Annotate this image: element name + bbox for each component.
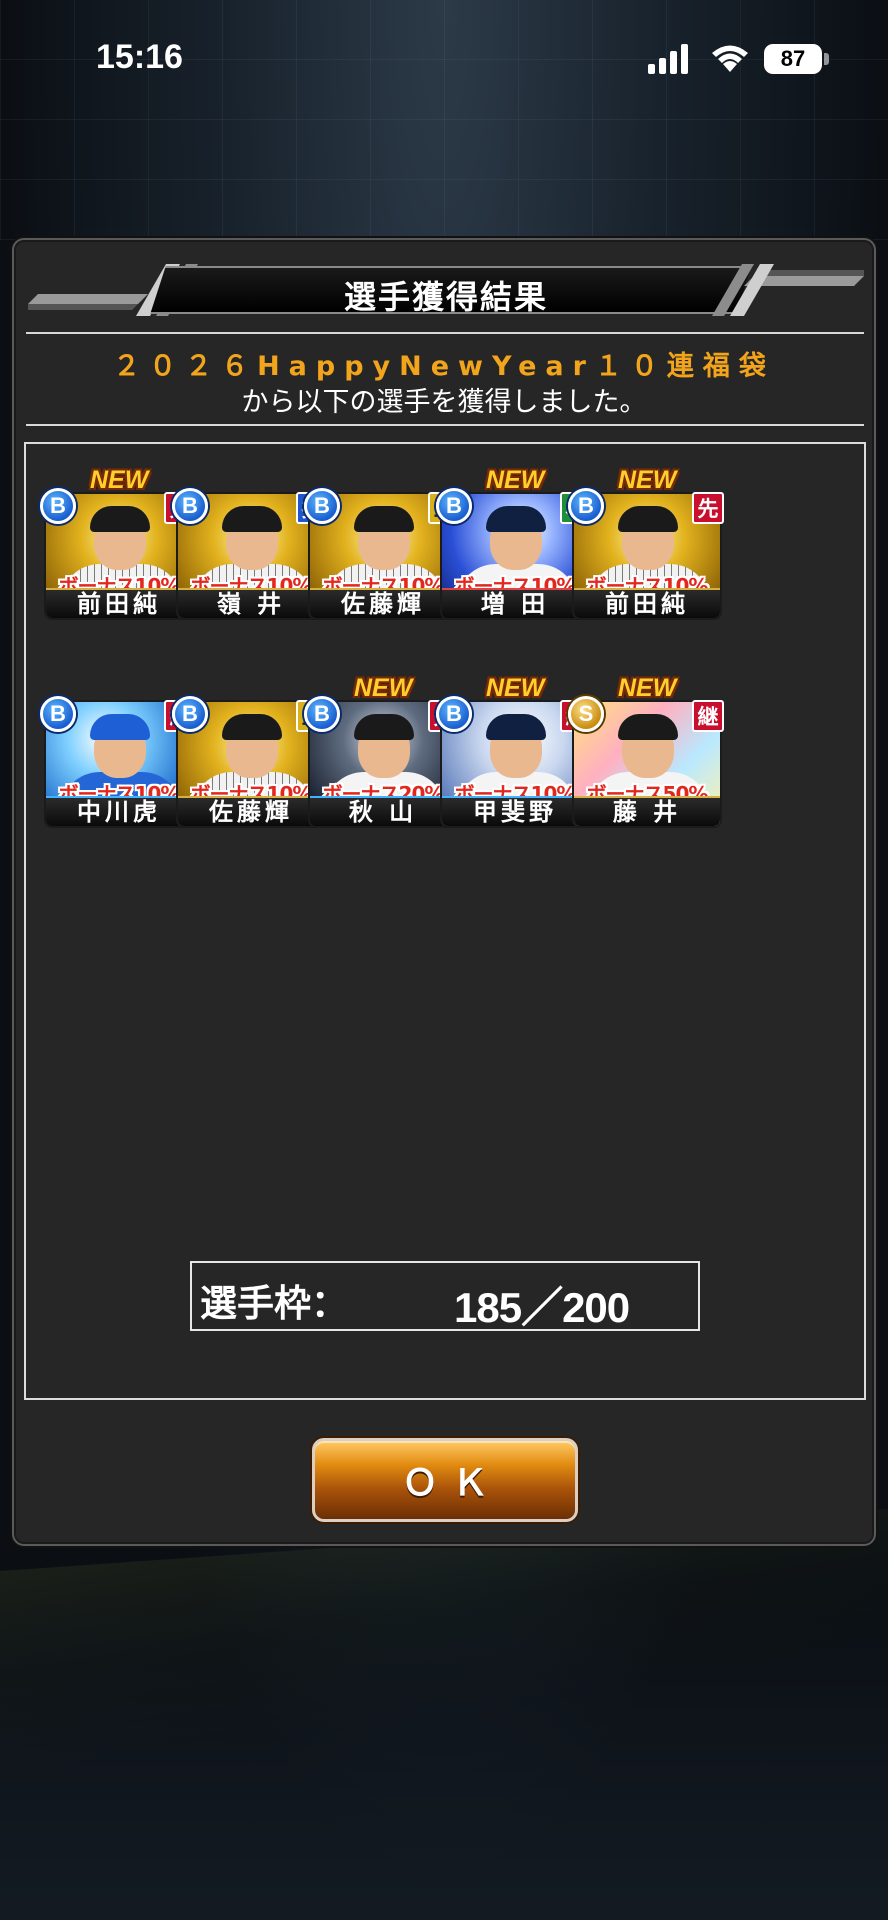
title-banner: 選手獲得結果	[28, 264, 864, 316]
card-rank-badge: B	[436, 488, 472, 524]
player-portrait-cap	[222, 506, 282, 532]
cellular-signal-icon	[648, 44, 688, 74]
battery-icon: 87	[764, 44, 822, 74]
player-card[interactable]: ボーナス10%甲斐野B継NEW	[436, 674, 592, 828]
player-card-panel: ボーナス10%前田純B先NEWボーナス10%嶺 井B捕ボーナス10%佐藤輝B三ボ…	[24, 442, 866, 1400]
card-new-label: NEW	[486, 674, 545, 702]
status-bar: 15:16 87	[0, 0, 888, 120]
player-portrait-cap	[354, 714, 414, 740]
player-card[interactable]: ボーナス20%秋 山B先NEW	[304, 674, 460, 828]
player-portrait-cap	[618, 506, 678, 532]
card-player-name: 前田純	[574, 588, 720, 618]
dialog-title: 選手獲得結果	[343, 278, 548, 316]
player-card[interactable]: ボーナス10%佐藤輝B三	[304, 474, 460, 620]
card-rank-badge: B	[436, 696, 472, 732]
slot-label: 選手枠：	[200, 1282, 348, 1325]
divider-top	[26, 332, 864, 334]
battery-tip-icon	[824, 53, 829, 65]
card-new-label: NEW	[90, 466, 149, 494]
result-message: から以下の選手を獲得しました。	[241, 387, 647, 418]
card-rank-badge: B	[568, 488, 604, 524]
card-rank-badge: B	[172, 696, 208, 732]
player-portrait-cap	[90, 714, 150, 740]
card-player-name: 佐藤輝	[310, 588, 456, 618]
slot-value: 185／200	[454, 1284, 630, 1331]
card-player-name: 甲斐野	[442, 796, 588, 826]
card-player-name: 増 田	[442, 588, 588, 618]
card-position-tag: 継	[692, 700, 724, 732]
card-rank-badge: B	[40, 488, 76, 524]
wifi-icon	[712, 45, 748, 72]
card-player-name: 中川虎	[46, 796, 192, 826]
card-rank-badge: B	[304, 696, 340, 732]
player-portrait-cap	[222, 714, 282, 740]
gacha-source-name: ２０２６HappyNewYear１０連福袋	[113, 351, 775, 382]
ok-button[interactable]: ＯＫ	[312, 1438, 578, 1522]
player-portrait-cap	[90, 506, 150, 532]
player-card[interactable]: ボーナス10%嶺 井B捕	[172, 474, 328, 620]
card-rank-badge: S	[568, 696, 604, 732]
stadium-stands	[0, 1580, 888, 1920]
card-position-tag: 先	[692, 492, 724, 524]
card-rank-badge: B	[40, 696, 76, 732]
player-card[interactable]: ボーナス10%佐藤輝B三	[172, 682, 328, 828]
card-new-label: NEW	[618, 466, 677, 494]
player-portrait-cap	[486, 506, 546, 532]
divider-bottom	[26, 424, 864, 426]
player-card[interactable]: ボーナス10%中川虎B継	[40, 682, 196, 828]
card-player-name: 佐藤輝	[178, 796, 324, 826]
card-player-name: 藤 井	[574, 796, 720, 826]
card-player-name: 秋 山	[310, 796, 456, 826]
status-time: 15:16	[96, 38, 183, 76]
player-card[interactable]: ボーナス10%増 田B右NEW	[436, 466, 592, 620]
card-new-label: NEW	[618, 674, 677, 702]
card-new-label: NEW	[354, 674, 413, 702]
player-card[interactable]: ボーナス10%前田純B先NEW	[40, 466, 196, 620]
card-new-label: NEW	[486, 466, 545, 494]
player-portrait-cap	[618, 714, 678, 740]
card-rank-badge: B	[304, 488, 340, 524]
card-player-name: 嶺 井	[178, 588, 324, 618]
player-portrait-cap	[354, 506, 414, 532]
player-slot-box: 選手枠： 185／200	[190, 1261, 700, 1331]
card-player-name: 前田純	[46, 588, 192, 618]
acquisition-result-dialog: 選手獲得結果 ２０２６HappyNewYear１０連福袋 から以下の選手を獲得し…	[12, 238, 876, 1546]
player-card[interactable]: ボーナス50% 藤 井 S 継 NEW	[568, 674, 724, 828]
card-rank-badge: B	[172, 488, 208, 524]
player-portrait-cap	[486, 714, 546, 740]
player-card[interactable]: ボーナス10%前田純B先NEW	[568, 466, 724, 620]
